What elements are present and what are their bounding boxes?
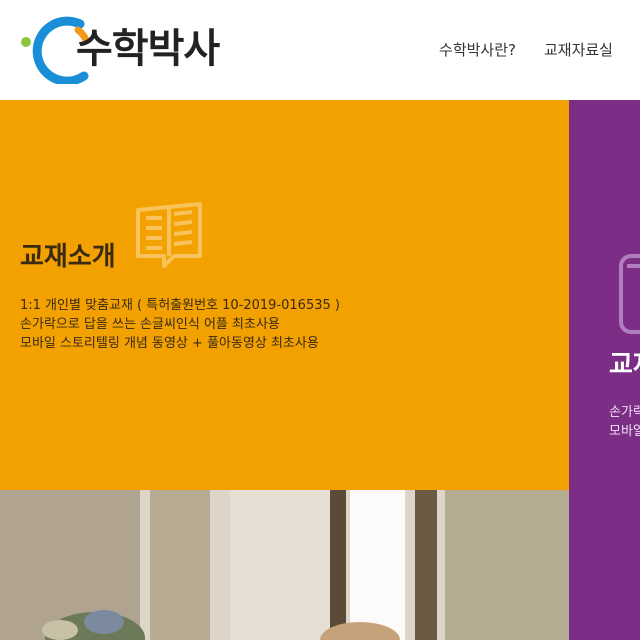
main-nav: 수학박사란? 교재자료실 — [439, 0, 640, 100]
intro-panel[interactable]: 교재소개 1:1 개인별 맞춤교재 ( 특허출원번호 10-2019-01653… — [0, 100, 569, 490]
intro-title: 교재소개 — [20, 242, 116, 272]
intro-line: 손가락으로 답을 쓰는 손글씨인식 어플 최초사용 — [20, 317, 280, 332]
nav-item-materials[interactable]: 교재자료실 — [544, 40, 613, 60]
book-icon — [136, 202, 202, 268]
photo-panel[interactable] — [0, 490, 569, 640]
side-description: 손가락으 모바일 — [609, 403, 640, 441]
side-line: 모바일 — [609, 424, 640, 439]
intro-line: 1:1 개인별 맞춤교재 ( 특허출원번호 10-2019-016535 ) — [20, 298, 340, 313]
tablet-icon — [619, 254, 640, 334]
intro-description: 1:1 개인별 맞춤교재 ( 특허출원번호 10-2019-016535 ) 손… — [20, 296, 340, 353]
site-header: 수학박사 수학박사란? 교재자료실 — [0, 0, 640, 100]
children-photo — [0, 490, 569, 640]
nav-item-about[interactable]: 수학박사란? — [439, 40, 516, 60]
side-line: 손가락으 — [609, 405, 640, 420]
intro-line: 모바일 스토리텔링 개념 동영상 + 풀아동영상 최초사용 — [20, 336, 319, 351]
side-panel[interactable]: 교재 손가락으 모바일 — [569, 100, 640, 640]
side-title: 교재 — [609, 350, 640, 380]
logo-text: 수학박사 — [76, 26, 220, 72]
site-logo[interactable]: 수학박사 — [18, 14, 228, 84]
